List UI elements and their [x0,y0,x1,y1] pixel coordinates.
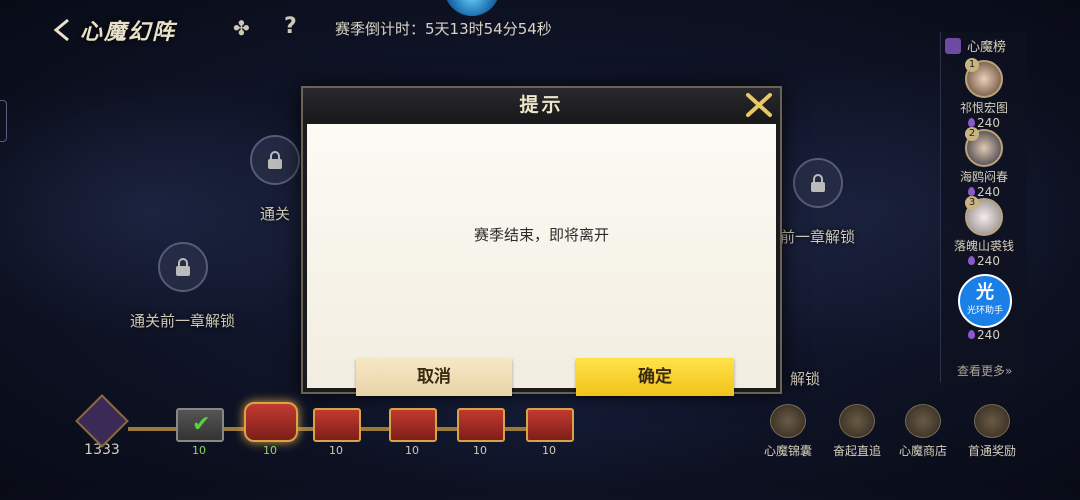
chest-icon [313,408,361,442]
lock-icon [175,258,190,276]
map-node[interactable]: 解锁 [780,300,830,389]
lock-icon [268,151,282,169]
dialog-message: 赛季结束，即将离开 [473,226,609,244]
lock-node [792,158,843,208]
reward-chest[interactable]: 10 [389,408,437,457]
map-node[interactable]: 通关 [250,135,300,224]
leaderboard-entry[interactable]: 1 祁恨宏图 240 [941,58,1027,130]
player-score: 240 [941,185,1027,199]
reward-chest[interactable]: 10 [244,402,298,457]
essence-crystal-icon [75,394,129,448]
chest-icon [389,408,437,442]
currency-display: 1333 [75,394,129,458]
top-bar: 心魔幻阵 ✤ ? 赛季倒计时：5天13时54分54秒 [0,0,1080,56]
map-node[interactable]: 前一章解锁 [780,158,855,247]
season-countdown: 赛季倒计时：5天13时54分54秒 [335,20,552,38]
chest-count: 10 [542,444,556,457]
player-score: 240 [941,254,1027,268]
first-clear-reward-button[interactable]: 首通奖励 [957,404,1027,459]
pouch-icon [770,404,806,438]
helper-label: 光环助手 [966,306,1003,316]
lock-node [250,135,300,185]
leaderboard-header: 心魔榜 [945,36,1006,55]
leaderboard-entry[interactable]: 240 [941,328,1027,342]
essence-icon [968,330,976,339]
prompt-dialog: 提示 赛季结束，即将离开 取消 确定 [301,86,782,396]
chest-count: 10 [473,444,487,457]
shop-icon [905,404,941,438]
rank-badge: 1 [965,58,979,72]
leaderboard-icon [945,37,961,54]
boot-icon [839,404,875,438]
player-score: 240 [941,116,1027,130]
view-more-link[interactable]: 查看更多» [957,362,1012,379]
player-name: 祁恨宏图 [959,101,1008,115]
essence-icon [968,187,976,196]
season-emblem-icon [444,0,500,16]
reward-chest[interactable]: 10 [526,408,574,457]
chest-current-icon [244,402,298,442]
cancel-button[interactable]: 取消 [356,358,512,396]
pouch-button[interactable]: 心魔锦囊 [753,404,823,459]
reward-chest[interactable]: 10 [457,408,505,457]
helper-logo-icon: 光 [976,282,994,303]
leaderboard-entry[interactable]: 2 海鸥闷春 240 [941,127,1027,199]
confirm-button[interactable]: 确定 [576,358,734,396]
leaderboard-panel: 心魔榜 1 祁恨宏图 240 2 海鸥闷春 240 3 落魄山裘钱 240 光 … [940,32,1027,382]
help-icon[interactable]: ? [284,14,297,39]
node-label: 通关前一章解锁 [130,312,236,330]
dialog-body: 赛季结束，即将离开 取消 确定 [307,124,776,396]
chest-count: 10 [405,444,419,457]
chest-count: 10 [329,444,343,457]
reward-chest[interactable]: ✔ 10 [176,408,224,457]
close-icon[interactable] [742,90,776,120]
back-button[interactable]: 心魔幻阵 [52,14,176,46]
helper-assistant-badge[interactable]: 光 光环助手 [958,274,1012,328]
chest-count: 10 [263,444,277,457]
lock-icon [810,174,825,192]
node-label: 前一章解锁 [780,228,856,246]
back-icon [53,18,69,42]
chest-icon [526,408,574,442]
dialog-title: 提示 [519,94,564,116]
rank-badge: 3 [965,196,979,210]
button-label: 心魔商店 [898,444,947,458]
chest-count: 10 [192,444,206,457]
map-node[interactable]: 通关前一章解锁 [130,242,235,331]
rank-badge: 2 [965,127,979,141]
reward-chest[interactable]: 10 [313,408,361,457]
button-label: 奋起直追 [832,444,881,458]
ranking-icon[interactable]: ✤ [233,16,250,40]
button-label: 心魔锦囊 [763,444,812,458]
catch-up-button[interactable]: 奋起直追 [822,404,892,459]
player-name: 海鸥闷春 [959,170,1008,184]
leaderboard-title: 心魔榜 [967,40,1007,55]
node-label: 解锁 [789,370,820,388]
button-label: 首通奖励 [967,444,1016,458]
shop-button[interactable]: 心魔商店 [888,404,958,459]
dialog-header: 提示 [303,88,780,122]
side-tab-handle[interactable] [0,100,7,142]
essence-icon [968,118,976,127]
leaderboard-entry[interactable]: 3 落魄山裘钱 240 [941,196,1027,268]
chest-icon [457,408,505,442]
player-score: 240 [941,328,1027,342]
player-name: 落魄山裘钱 [953,239,1014,253]
reward-icon [974,404,1010,438]
page-title: 心魔幻阵 [80,19,177,45]
essence-icon [968,256,976,265]
checkmark-icon: ✔ [192,412,211,437]
node-label: 通关 [259,205,290,223]
lock-node [157,242,208,292]
